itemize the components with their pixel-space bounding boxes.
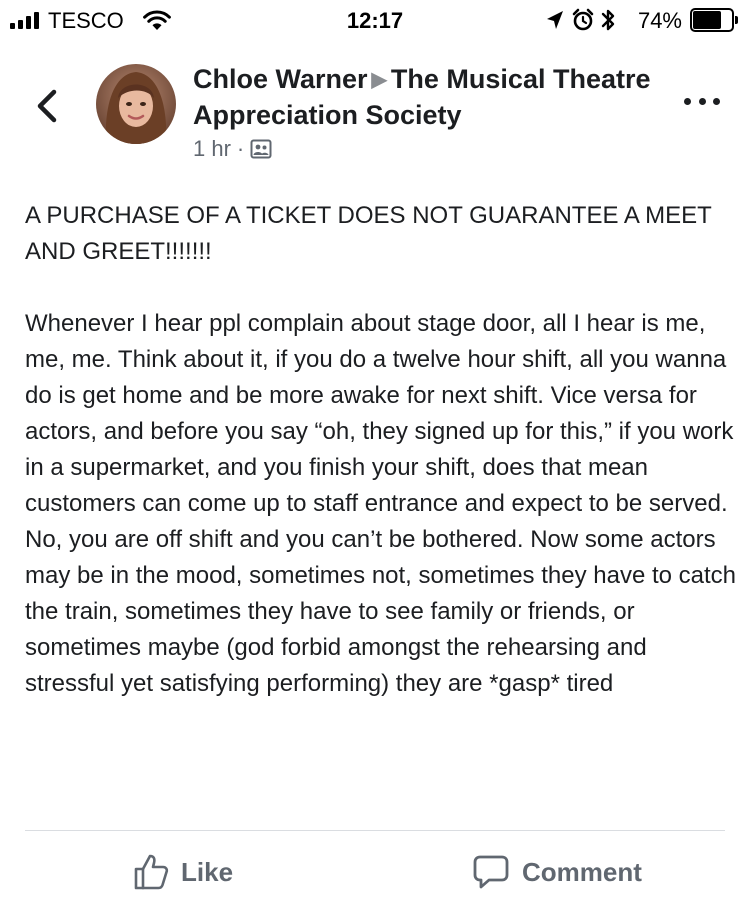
- more-options-icon[interactable]: [684, 98, 720, 110]
- post-meta: 1 hr ·: [193, 134, 272, 164]
- battery-percentage: 74%: [637, 8, 682, 33]
- status-bar: TESCO 12:17 74%: [0, 0, 750, 40]
- like-label: Like: [181, 856, 234, 887]
- meta-separator: ·: [236, 136, 245, 161]
- alarm-icon: [572, 8, 594, 31]
- audience-icon: [250, 139, 272, 159]
- location-icon: [547, 11, 563, 29]
- bluetooth-icon: [601, 9, 615, 31]
- like-icon: [134, 854, 169, 890]
- comment-button[interactable]: Comment: [472, 852, 642, 892]
- back-icon[interactable]: [30, 86, 64, 126]
- share-arrow-icon: ▶: [371, 69, 387, 91]
- divider: [25, 830, 725, 831]
- avatar[interactable]: [96, 64, 176, 144]
- comment-label: Comment: [522, 856, 642, 887]
- post-body: Whenever I hear ppl complain about stage…: [25, 310, 736, 697]
- timestamp[interactable]: 1 hr: [193, 136, 231, 162]
- comment-icon: [473, 855, 509, 889]
- author-name[interactable]: Chloe Warner: [193, 64, 368, 94]
- post-headline: A PURCHASE OF A TICKET DOES NOT GUARANTE…: [25, 202, 712, 265]
- post-title: Chloe Warner ▶ The Musical Theatre Appreci…: [193, 62, 653, 133]
- like-button[interactable]: Like: [133, 852, 233, 892]
- battery-icon: [690, 8, 738, 32]
